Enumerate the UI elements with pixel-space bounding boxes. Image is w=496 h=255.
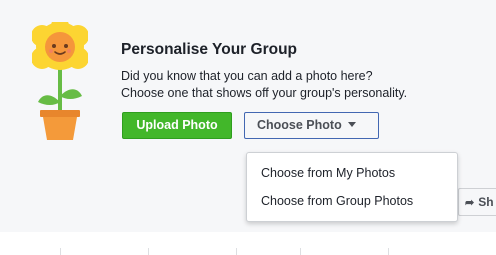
upload-photo-button[interactable]: Upload Photo [122, 112, 232, 139]
menu-item-group-photos[interactable]: Choose from Group Photos [261, 194, 413, 208]
tab-divider [148, 248, 149, 255]
choose-photo-button[interactable]: Choose Photo [244, 112, 379, 139]
share-label: Sh [478, 195, 494, 209]
tab-divider [300, 248, 301, 255]
share-arrow-icon: ➦ [465, 197, 475, 209]
menu-item-my-photos[interactable]: Choose from My Photos [261, 166, 395, 180]
choose-photo-menu: Choose from My Photos Choose from Group … [246, 152, 458, 222]
tab-divider [60, 248, 61, 255]
description-line-2: Choose one that shows off your group's p… [121, 86, 408, 100]
tab-divider [236, 248, 237, 255]
panel-description: Did you know that you can add a photo he… [121, 68, 407, 102]
caret-down-icon [347, 122, 356, 127]
choose-photo-label: Choose Photo [257, 118, 342, 132]
share-button[interactable]: ➦ Sh [458, 188, 496, 216]
description-line-1: Did you know that you can add a photo he… [121, 69, 373, 83]
tab-divider [388, 248, 389, 255]
personalise-group-panel: Personalise Your Group Did you know that… [0, 0, 496, 232]
flower-pot-icon [32, 22, 88, 140]
bottom-strip [0, 232, 496, 255]
panel-title: Personalise Your Group [121, 41, 298, 58]
